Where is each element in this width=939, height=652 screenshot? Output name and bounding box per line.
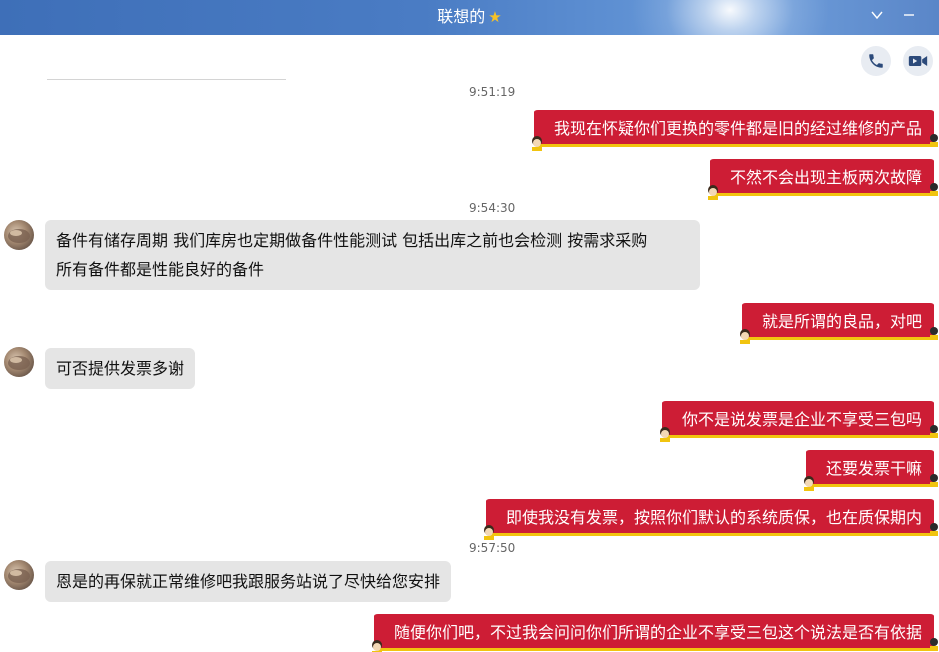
outgoing-message[interactable]: 还要发票干嘛 (803, 448, 938, 491)
message-text: 我现在怀疑你们更换的零件都是旧的经过维修的产品 (553, 119, 922, 138)
message-text: 还要发票干嘛 (825, 459, 922, 478)
outgoing-message[interactable]: 随便你们吧，不过我会问问你们所谓的企业不享受三包这个说法是否有依据 (371, 612, 938, 652)
outgoing-message[interactable]: 你不是说发票是企业不享受三包吗 (659, 399, 938, 442)
bubble-doll-icon (803, 476, 814, 491)
bubble-doll-icon (371, 640, 382, 652)
message-timestamp: 9:54:30 (469, 201, 516, 215)
video-icon (908, 56, 928, 66)
window-title: 联想的 ★ (0, 0, 939, 35)
avatar[interactable] (4, 560, 34, 590)
bubble-doll-icon (707, 185, 718, 200)
outgoing-message[interactable]: 即使我没有发票，按照你们默认的系统质保，也在质保期内 (483, 497, 938, 540)
bubble-doll-icon (930, 474, 938, 487)
incoming-message[interactable]: 可否提供发票多谢 (45, 348, 196, 389)
incoming-message[interactable]: 备件有储存周期 我们库房也定期做备件性能测试 包括出库之前也会检测 按需求采购 … (45, 220, 700, 290)
bubble-doll-icon (659, 427, 670, 442)
voice-call-button[interactable] (861, 46, 891, 76)
avatar-image (8, 229, 30, 243)
bubble-doll-icon (930, 425, 938, 438)
message-text-line: 备件有储存周期 我们库房也定期做备件性能测试 包括出库之前也会检测 按需求采购 (56, 231, 648, 250)
chat-window: 联想的 ★ 9:51:19 我现在怀疑你们更换的零件都是旧的经过维修的产品 不然不… (0, 0, 939, 652)
message-text: 恩是的再保就正常维修吧我跟服务站说了尽快给您安排 (56, 572, 441, 591)
minimize-icon (904, 14, 914, 16)
message-text: 随便你们吧，不过我会问问你们所谓的企业不享受三包这个说法是否有依据 (393, 623, 922, 642)
chevron-down-icon (871, 11, 883, 20)
bubble-doll-icon (531, 136, 542, 151)
bubble-doll-icon (739, 329, 750, 344)
message-text: 就是所谓的良品，对吧 (761, 312, 922, 331)
outgoing-message[interactable]: 我现在怀疑你们更换的零件都是旧的经过维修的产品 (531, 108, 938, 151)
star-icon: ★ (488, 8, 502, 26)
collapse-button[interactable] (868, 8, 886, 26)
avatar-image (8, 569, 30, 583)
bubble-doll-icon (483, 525, 494, 540)
avatar[interactable] (4, 347, 34, 377)
minimize-button[interactable] (900, 8, 918, 26)
title-bar: 联想的 ★ (0, 0, 939, 35)
avatar-image (8, 356, 30, 370)
message-text: 即使我没有发票，按照你们默认的系统质保，也在质保期内 (505, 508, 922, 527)
bubble-doll-icon (930, 183, 938, 196)
contact-name: 联想的 (437, 7, 486, 26)
message-text: 可否提供发票多谢 (56, 359, 185, 378)
message-text: 你不是说发票是企业不享受三包吗 (681, 410, 922, 429)
divider (47, 79, 286, 80)
bubble-doll-icon (930, 638, 938, 651)
bubble-doll-icon (930, 134, 938, 147)
phone-icon (869, 54, 883, 68)
bubble-doll-icon (930, 327, 938, 340)
message-timestamp: 9:57:50 (469, 541, 516, 555)
bubble-doll-icon (930, 523, 938, 536)
video-call-button[interactable] (903, 46, 933, 76)
outgoing-message[interactable]: 就是所谓的良品，对吧 (739, 301, 938, 344)
message-timestamp: 9:51:19 (469, 85, 516, 99)
message-text: 不然不会出现主板两次故障 (729, 168, 922, 187)
incoming-message[interactable]: 恩是的再保就正常维修吧我跟服务站说了尽快给您安排 (45, 561, 452, 602)
avatar[interactable] (4, 220, 34, 250)
message-text-line: 所有备件都是性能良好的备件 (56, 260, 265, 279)
outgoing-message[interactable]: 不然不会出现主板两次故障 (707, 157, 938, 200)
